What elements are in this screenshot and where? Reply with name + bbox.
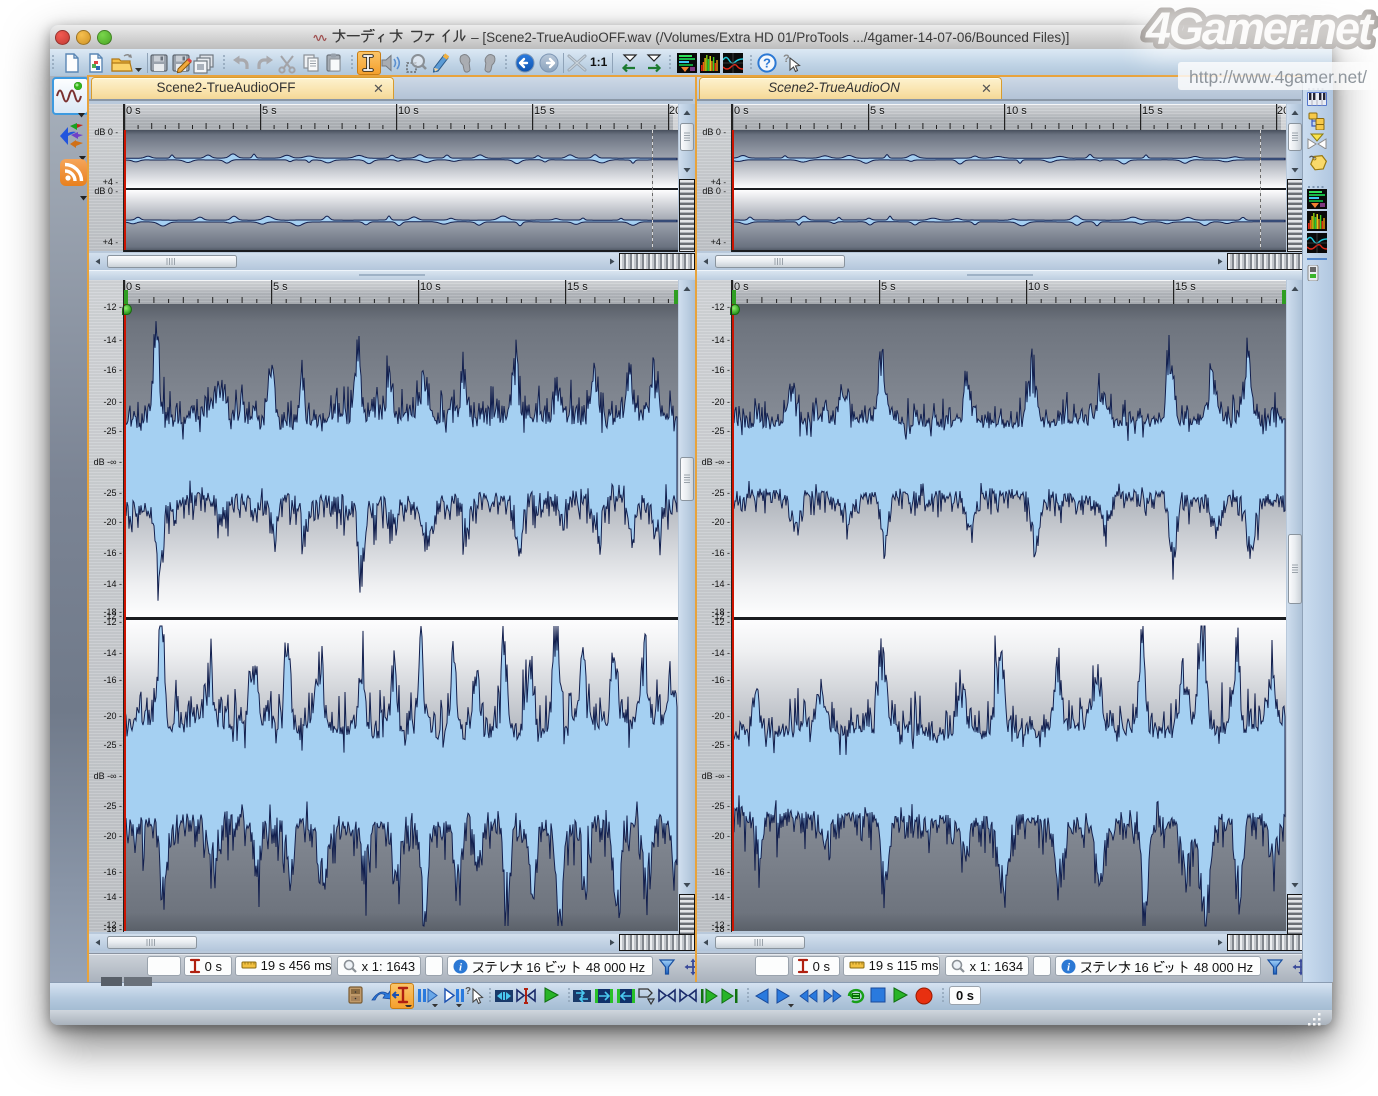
svg-text:?: ? bbox=[783, 53, 790, 65]
svg-text:http://www.4gamer.net/: http://www.4gamer.net/ bbox=[1189, 67, 1367, 87]
svg-text:?: ? bbox=[465, 986, 471, 997]
svg-text:?: ? bbox=[763, 56, 771, 71]
